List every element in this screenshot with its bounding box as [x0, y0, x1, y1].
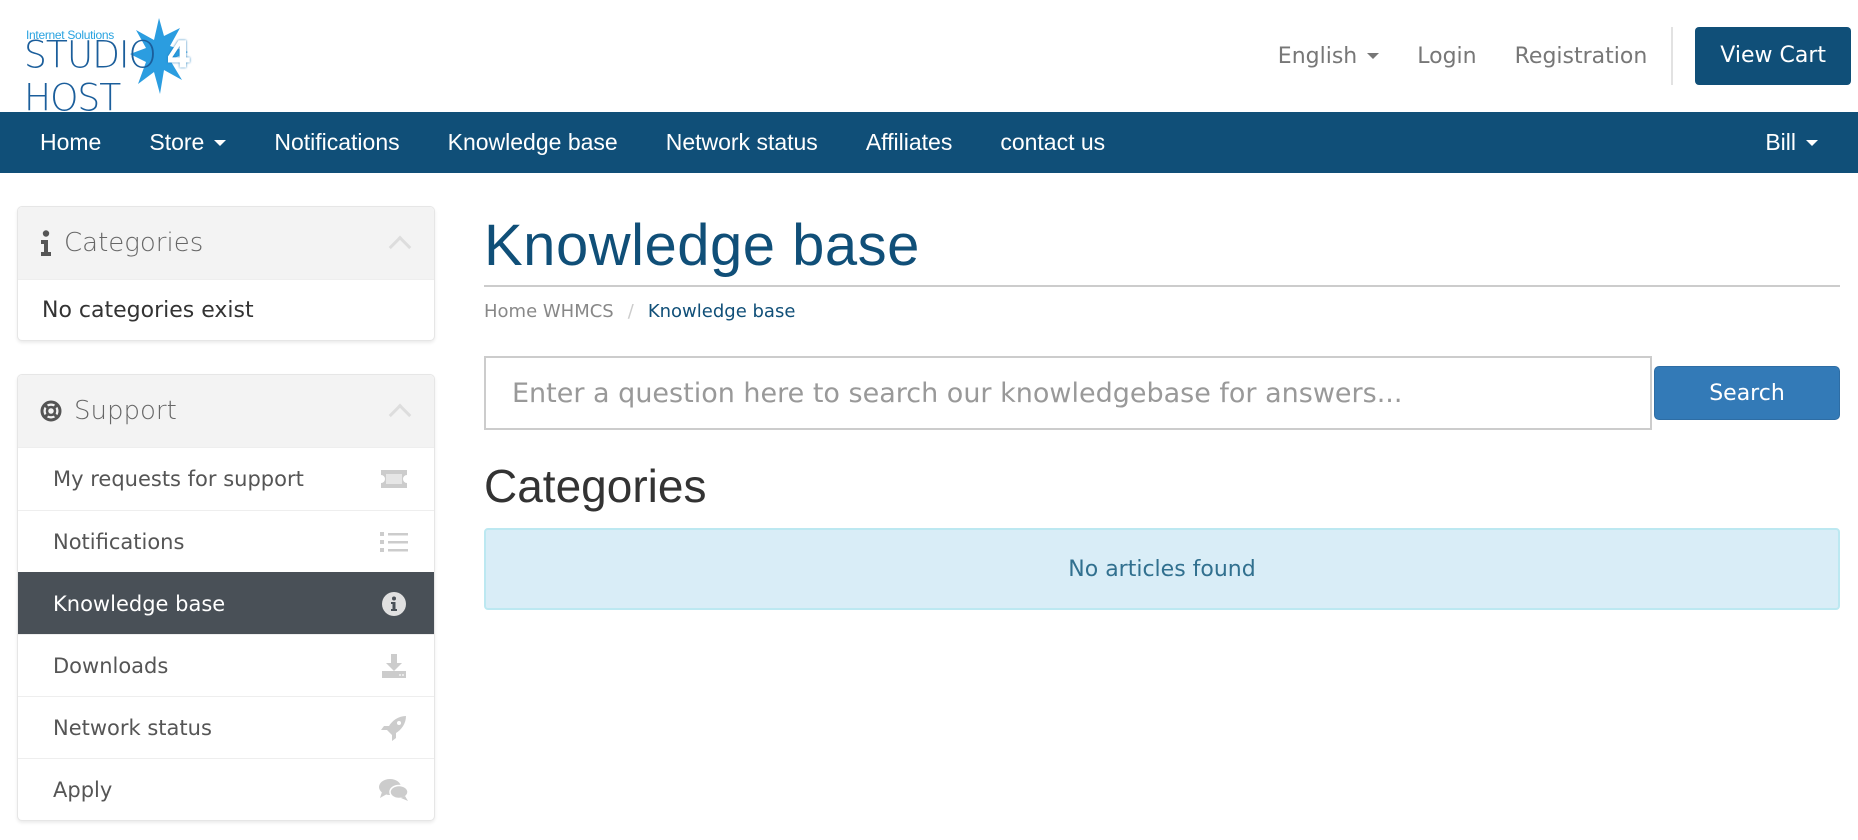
sidebar-item-apply[interactable]: Apply — [18, 758, 434, 820]
header-divider — [1671, 27, 1674, 85]
sidebar-item-label: Notifications — [53, 529, 185, 554]
language-dropdown[interactable]: English — [1277, 43, 1380, 69]
sidebar-item-network-status[interactable]: Network status — [18, 696, 434, 758]
nav-network-status-label: Network status — [665, 129, 818, 155]
sidebar-item-label: Downloads — [53, 653, 169, 678]
sidebar-item-notifications[interactable]: Notifications — [18, 510, 434, 572]
site-header: Internet Solutions STUDIO 4 HOST English… — [0, 0, 1858, 120]
no-categories-text: No categories exist — [42, 297, 254, 323]
ticket-icon — [379, 464, 409, 494]
kb-search-input[interactable] — [484, 356, 1652, 430]
nav-home[interactable]: Home — [0, 112, 125, 173]
main-content: Knowledge base Home WHMCS / Knowledge ba… — [484, 173, 1840, 610]
support-panel-heading[interactable]: Support — [18, 375, 434, 448]
search-button[interactable]: Search — [1654, 366, 1840, 420]
nav-network-status[interactable]: Network status — [642, 112, 842, 173]
breadcrumb-home-link[interactable]: Home WHMCS — [484, 301, 614, 322]
sidebar-item-label: Knowledge base — [53, 591, 226, 616]
nav-knowledge-base[interactable]: Knowledge base — [424, 112, 642, 173]
chevron-up-icon[interactable] — [388, 235, 412, 259]
sidebar-item-label: My requests for support — [53, 467, 304, 491]
categories-panel-heading[interactable]: Categories — [18, 207, 434, 280]
nav-notifications[interactable]: Notifications — [250, 112, 423, 173]
nav-store-label: Store — [149, 129, 205, 155]
sidebar-item-label: Apply — [53, 777, 113, 802]
comments-icon — [379, 775, 409, 805]
nav-notifications-label: Notifications — [274, 129, 400, 155]
list-icon — [379, 527, 409, 557]
breadcrumb-separator: / — [627, 301, 634, 322]
sidebar-item-label: Network status — [53, 715, 212, 740]
nav-affiliates-label: Affiliates — [865, 129, 953, 155]
nav-contact-us-label: contact us — [1000, 129, 1106, 155]
registration-link[interactable]: Registration — [1515, 44, 1648, 69]
user-name: Bill — [1765, 129, 1796, 155]
no-articles-alert: No articles found — [484, 528, 1840, 610]
rocket-icon — [379, 713, 409, 743]
support-list: My requests for support Notifications Kn… — [18, 448, 434, 820]
chevron-up-icon[interactable] — [388, 403, 412, 427]
categories-panel: Categories No categories exist — [17, 206, 435, 341]
nav-knowledge-base-label: Knowledge base — [447, 129, 618, 155]
caret-down-icon — [1806, 139, 1818, 146]
title-divider — [484, 285, 1840, 287]
download-icon — [379, 651, 409, 681]
support-panel-title: Support — [74, 396, 177, 426]
categories-panel-title: Categories — [64, 228, 204, 258]
logo-wordmark: STUDIO 4 HOST — [24, 33, 191, 121]
nav-store[interactable]: Store — [125, 112, 250, 173]
breadcrumb-current: Knowledge base — [647, 301, 796, 322]
view-cart-button[interactable]: View Cart — [1695, 27, 1851, 85]
login-link[interactable]: Login — [1417, 44, 1476, 69]
sidebar-item-knowledge-base[interactable]: Knowledge base — [18, 572, 434, 634]
breadcrumb: Home WHMCS / Knowledge base — [484, 301, 1840, 322]
info-icon — [41, 230, 51, 256]
nav-contact-us[interactable]: contact us — [976, 112, 1129, 173]
page-title: Knowledge base — [484, 213, 920, 278]
kb-search-form: Search — [484, 356, 1840, 430]
caret-down-icon — [214, 139, 227, 146]
logo[interactable]: Internet Solutions STUDIO 4 HOST — [22, 16, 252, 120]
categories-heading: Categories — [484, 460, 707, 512]
nav-affiliates[interactable]: Affiliates — [842, 112, 977, 173]
language-label: English — [1277, 43, 1358, 69]
user-menu[interactable]: Bill — [1741, 112, 1858, 173]
support-panel: Support My requests for support Notifica… — [17, 374, 435, 821]
main-navbar: Home Store Notifications Knowledge base … — [0, 112, 1858, 173]
info-circle-icon — [379, 589, 409, 619]
sidebar-item-my-requests[interactable]: My requests for support — [18, 448, 434, 510]
sidebar-item-downloads[interactable]: Downloads — [18, 634, 434, 696]
nav-home-label: Home — [40, 129, 102, 155]
life-ring-icon — [40, 400, 62, 422]
caret-down-icon — [1367, 53, 1380, 59]
